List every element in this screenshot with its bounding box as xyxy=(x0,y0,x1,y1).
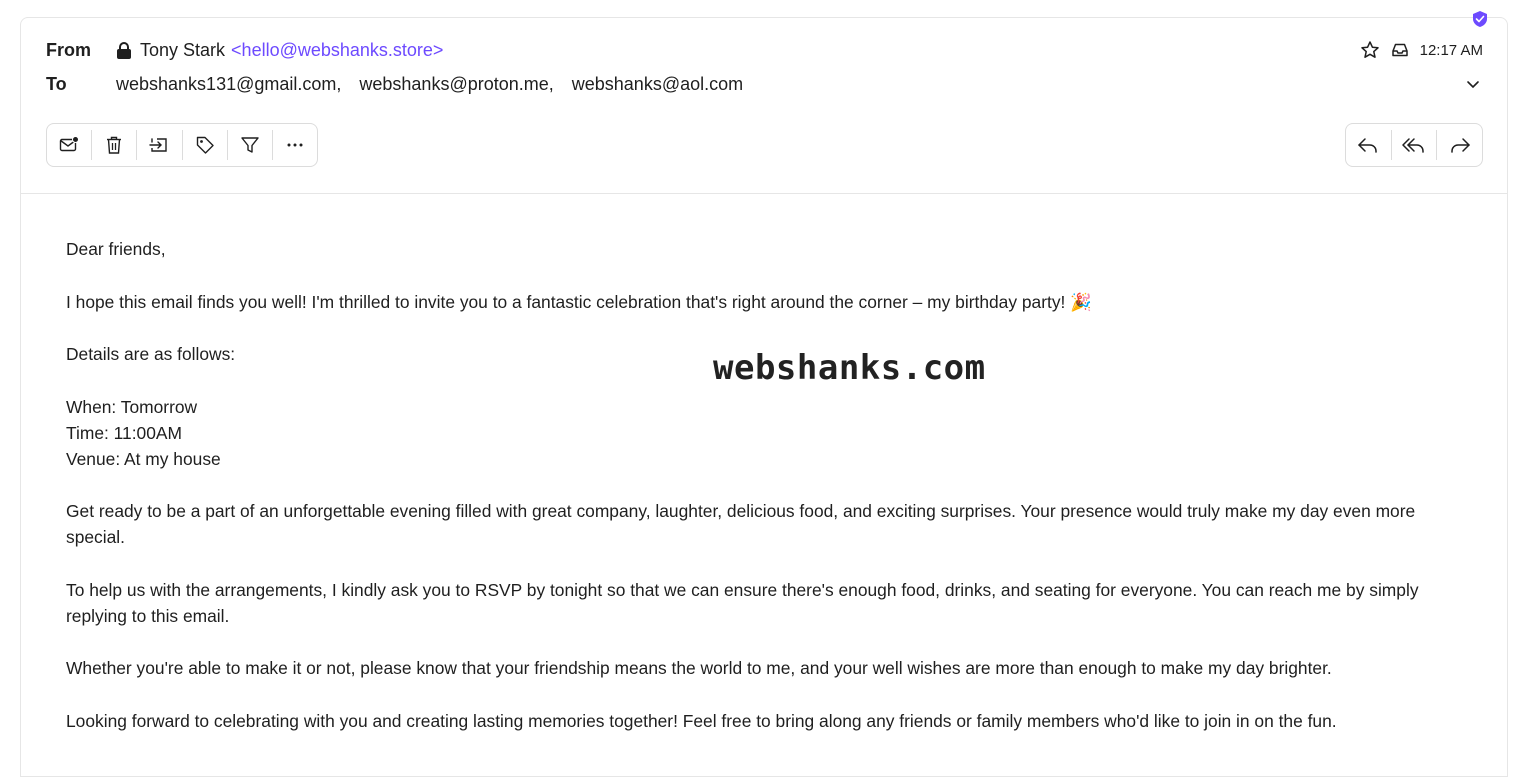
email-message-card: From Tony Stark <hello@webshanks.store> … xyxy=(20,17,1508,777)
move-to-icon xyxy=(149,138,168,152)
filter-icon xyxy=(241,137,259,153)
trash-button[interactable] xyxy=(92,130,138,160)
chevron-down-icon[interactable] xyxy=(1465,76,1481,92)
from-label: From xyxy=(46,40,91,60)
header-divider xyxy=(21,193,1507,194)
details-block: When: Tomorrow Time: 11:00AM Venue: At m… xyxy=(66,394,1466,472)
inbox-icon xyxy=(1391,43,1408,57)
paragraph-3: Whether you're able to make it or not, p… xyxy=(66,658,1332,678)
label-icon xyxy=(196,136,214,154)
forward-icon xyxy=(1450,138,1470,153)
recipient-3[interactable]: webshanks@aol.com xyxy=(572,74,743,95)
shield-check-icon xyxy=(1473,11,1487,27)
reply-all-icon xyxy=(1402,138,1424,153)
label-button[interactable] xyxy=(183,130,228,160)
reply-all-button[interactable] xyxy=(1392,130,1438,160)
recipient-2[interactable]: webshanks@proton.me, xyxy=(359,74,553,95)
to-row: To webshanks131@gmail.com, webshanks@pro… xyxy=(46,74,761,95)
star-icon[interactable] xyxy=(1360,40,1380,60)
mark-unread-icon xyxy=(59,136,80,152)
detail-venue: Venue: At my house xyxy=(66,448,221,469)
message-actions-toolbar xyxy=(46,123,318,167)
message-body: Dear friends, I hope this email finds yo… xyxy=(66,236,1466,760)
more-icon xyxy=(287,143,303,147)
paragraph-2: To help us with the arrangements, I kind… xyxy=(66,579,1419,626)
reply-toolbar xyxy=(1345,123,1483,167)
recipient-1[interactable]: webshanks131@gmail.com, xyxy=(116,74,341,95)
detail-when: When: Tomorrow xyxy=(66,396,198,417)
more-button[interactable] xyxy=(273,130,317,160)
paragraph-1: Get ready to be a part of an unforgettab… xyxy=(66,501,1416,547)
message-time: 12:17 AM xyxy=(1419,41,1483,59)
intro-paragraph: I hope this email finds you well! I'm th… xyxy=(66,291,1092,312)
message-meta: 12:17 AM xyxy=(1360,40,1483,60)
sender-name[interactable]: Tony Stark xyxy=(140,40,225,61)
greeting: Dear friends, xyxy=(66,239,166,259)
lock-icon xyxy=(117,41,131,59)
detail-time: Time: 11:00AM xyxy=(66,422,182,443)
from-row: From Tony Stark <hello@webshanks.store> xyxy=(46,40,443,61)
forward-button[interactable] xyxy=(1437,130,1482,160)
mark-unread-button[interactable] xyxy=(47,130,93,160)
move-to-button[interactable] xyxy=(137,130,183,160)
trash-icon xyxy=(107,136,122,154)
filter-button[interactable] xyxy=(228,130,273,160)
paragraph-4: Looking forward to celebrating with you … xyxy=(66,710,1337,731)
sender-email[interactable]: <hello@webshanks.store> xyxy=(231,40,443,61)
to-label: To xyxy=(46,74,67,94)
reply-icon xyxy=(1358,138,1378,153)
reply-button[interactable] xyxy=(1346,130,1392,160)
watermark-text: webshanks.com xyxy=(713,348,986,388)
